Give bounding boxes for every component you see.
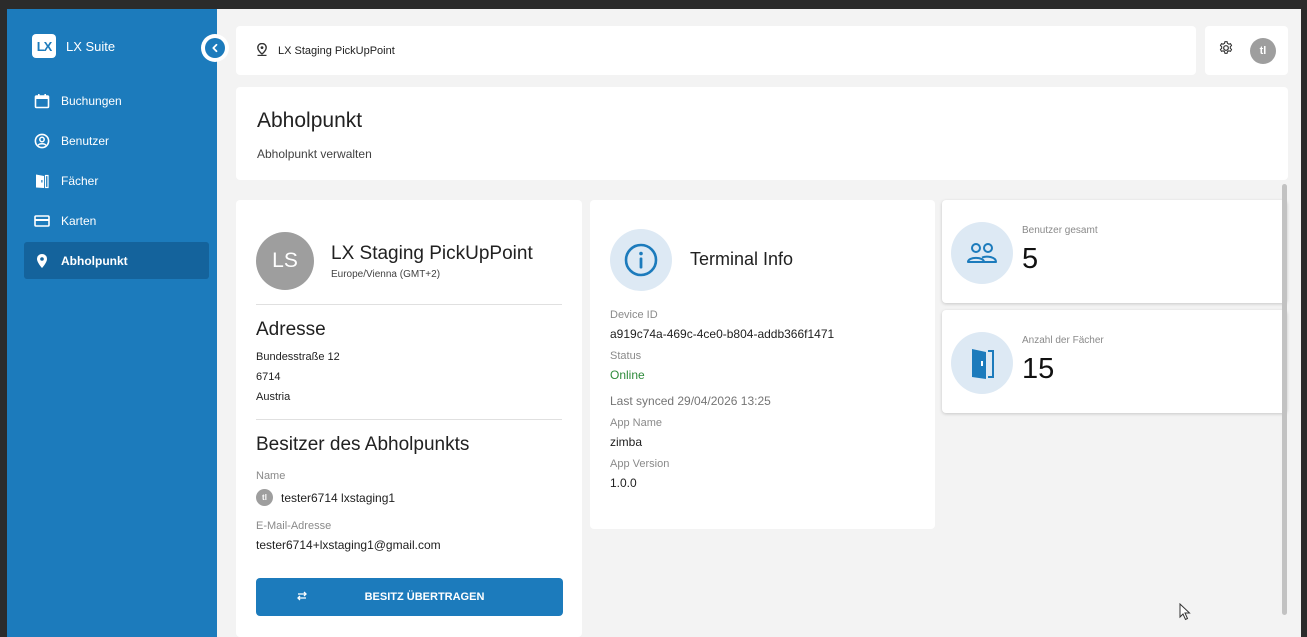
- users-icon: [951, 222, 1013, 284]
- sidebar-item-label: Abholpunkt: [61, 253, 128, 268]
- stat-card-lockers: Anzahl der Fächer 15: [942, 310, 1287, 413]
- owner-section: Besitzer des Abholpunkts Name tl tester6…: [256, 420, 562, 552]
- brand-logo: LX: [32, 34, 56, 58]
- swap-arrows-icon: [296, 590, 308, 605]
- sidebar: LX LX Suite Buchungen Benutzer Fächer Ka…: [7, 9, 217, 637]
- pickup-avatar: LS: [256, 232, 314, 290]
- pickup-timezone: Europe/Vienna (GMT+2): [331, 268, 441, 280]
- app-window: LX LX Suite Buchungen Benutzer Fächer Ka…: [7, 9, 1301, 637]
- address-zip: 6714: [256, 371, 281, 383]
- gear-icon[interactable]: [1218, 40, 1234, 61]
- brand[interactable]: LX LX Suite: [32, 34, 115, 58]
- address-section: Adresse Bundesstraße 12 6714 Austria: [256, 305, 562, 407]
- address-country: Austria: [256, 391, 291, 403]
- sidebar-item-label: Buchungen: [61, 93, 122, 108]
- last-synced: Last synced 29/04/2026 13:25: [610, 394, 771, 408]
- card-icon: [33, 212, 50, 229]
- info-icon: [610, 228, 672, 291]
- location-bar[interactable]: LX Staging PickUpPoint: [236, 26, 1196, 75]
- owner-avatar: tl: [256, 489, 273, 506]
- users-total-value: 5: [1022, 243, 1039, 275]
- status-value: Online: [610, 368, 645, 382]
- chevron-left-icon: [205, 38, 225, 58]
- sidebar-item-karten[interactable]: Karten: [24, 202, 209, 239]
- owner-heading: Besitzer des Abholpunkts: [256, 434, 470, 455]
- door-icon: [951, 332, 1013, 394]
- address-heading: Adresse: [256, 319, 326, 340]
- owner-email-label: E-Mail-Adresse: [256, 520, 332, 532]
- device-id-label: Device ID: [610, 309, 658, 321]
- mouse-cursor-icon: [1179, 602, 1191, 626]
- status-label: Status: [610, 350, 642, 362]
- owner-name-row: tl tester6714 lxstaging1: [256, 489, 562, 506]
- sidebar-item-label: Benutzer: [61, 133, 110, 148]
- sidebar-nav: Buchungen Benutzer Fächer Karten Abholpu…: [24, 82, 209, 282]
- transfer-ownership-button[interactable]: BESITZ ÜBERTRAGEN: [256, 578, 563, 616]
- stat-card-users: Benutzer gesamt 5: [942, 200, 1287, 303]
- page-header: Abholpunkt Abholpunkt verwalten: [236, 87, 1288, 180]
- app-version: 1.0.0: [610, 476, 637, 490]
- page-subtitle: Abholpunkt verwalten: [257, 147, 372, 161]
- terminal-info-card: Terminal Info Device ID a919c74a-469c-4c…: [590, 200, 935, 529]
- vertical-scrollbar[interactable]: [1282, 184, 1287, 615]
- address-street: Bundesstraße 12: [256, 351, 340, 363]
- app-name: zimba: [610, 435, 643, 449]
- device-id: a919c74a-469c-4ce0-b804-addb366f1471: [610, 327, 835, 341]
- app-version-label: App Version: [610, 458, 670, 470]
- terminal-title: Terminal Info: [690, 249, 794, 269]
- owner-name: tester6714 lxstaging1: [281, 490, 396, 505]
- page-title: Abholpunkt: [257, 109, 363, 132]
- pickup-name: LX Staging PickUpPoint: [331, 242, 533, 264]
- calendar-icon: [33, 92, 50, 109]
- lockers-count-label: Anzahl der Fächer: [1022, 335, 1104, 346]
- user-avatar[interactable]: tl: [1250, 37, 1276, 64]
- terminal-header: Terminal Info: [610, 200, 915, 300]
- owner-email: tester6714+lxstaging1@gmail.com: [256, 538, 441, 552]
- pickup-details-card: LS LX Staging PickUpPoint Europe/Vienna …: [236, 200, 582, 637]
- lockers-count-value: 15: [1022, 353, 1055, 385]
- pickup-summary: LS LX Staging PickUpPoint Europe/Vienna …: [256, 200, 562, 305]
- sidebar-item-label: Fächer: [61, 173, 99, 188]
- app-name-label: App Name: [610, 417, 662, 429]
- location-pin-icon: [256, 42, 268, 59]
- sidebar-item-buchungen[interactable]: Buchungen: [24, 82, 209, 119]
- current-location: LX Staging PickUpPoint: [278, 44, 395, 57]
- user-controls: tl: [1205, 26, 1288, 75]
- door-icon: [33, 172, 50, 189]
- owner-name-label: Name: [256, 470, 286, 482]
- user-circle-icon: [33, 132, 50, 149]
- sidebar-item-label: Karten: [61, 213, 97, 228]
- sidebar-item-abholpunkt[interactable]: Abholpunkt: [24, 242, 209, 279]
- brand-name: LX Suite: [66, 38, 116, 54]
- users-total-label: Benutzer gesamt: [1022, 225, 1098, 236]
- location-pin-icon: [33, 252, 50, 269]
- sidebar-item-benutzer[interactable]: Benutzer: [24, 122, 209, 159]
- sidebar-item-faecher[interactable]: Fächer: [24, 162, 209, 199]
- sidebar-collapse-button[interactable]: [201, 34, 229, 62]
